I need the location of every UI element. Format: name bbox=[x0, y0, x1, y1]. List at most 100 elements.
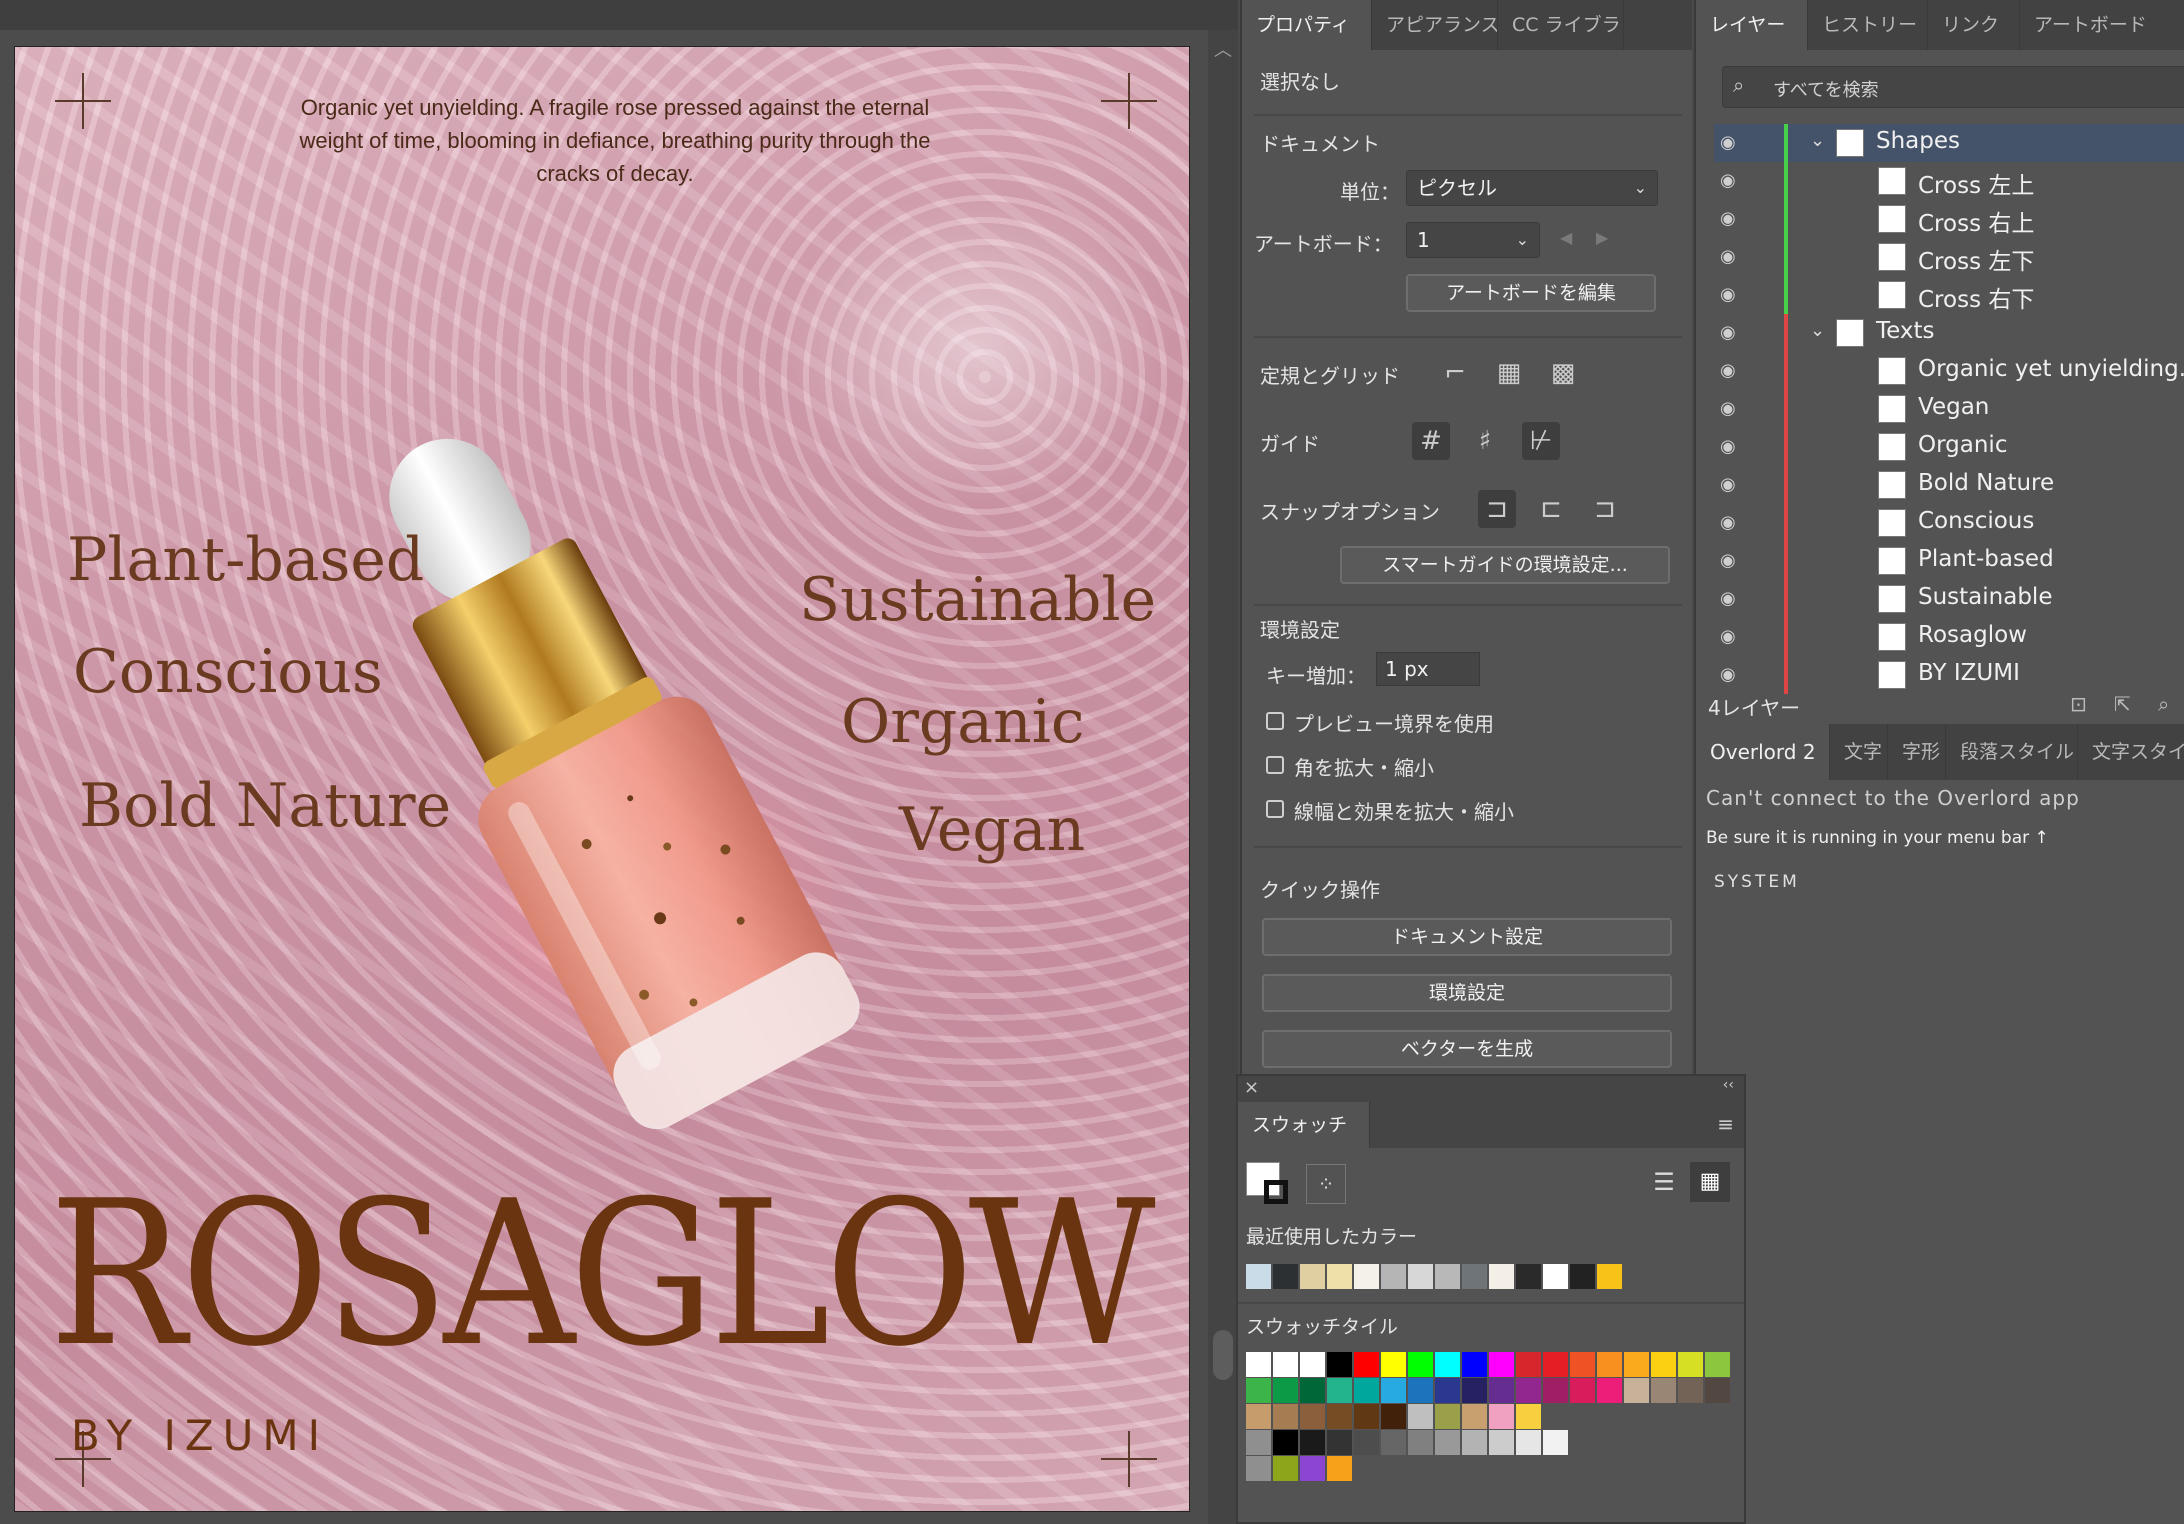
transparency-grid-icon[interactable]: ▩ bbox=[1544, 354, 1582, 392]
visibility-eye-icon[interactable]: ◉ bbox=[1720, 208, 1736, 229]
swatch-tile[interactable] bbox=[1462, 1430, 1487, 1455]
tab-overlord[interactable]: Overlord 2 bbox=[1696, 724, 1830, 780]
swatch-tile[interactable] bbox=[1300, 1456, 1325, 1481]
swatch-tile[interactable] bbox=[1462, 1352, 1487, 1377]
swatch-tile[interactable] bbox=[1327, 1430, 1352, 1455]
layer-row[interactable]: ◉ Vegan bbox=[1714, 390, 2184, 428]
swatch-tile[interactable] bbox=[1435, 1404, 1460, 1429]
smart-guides-preferences-button[interactable]: スマートガイドの環境設定... bbox=[1340, 546, 1670, 584]
ruler-icon[interactable]: ⌐ bbox=[1436, 354, 1474, 392]
swatch-tile[interactable] bbox=[1273, 1378, 1298, 1403]
export-icon[interactable]: ⇱ bbox=[2114, 692, 2131, 716]
recent-color-swatch[interactable] bbox=[1435, 1264, 1460, 1289]
swatch-tile[interactable] bbox=[1408, 1378, 1433, 1403]
swatch-tile[interactable] bbox=[1543, 1378, 1568, 1403]
layer-row[interactable]: ◉ Conscious bbox=[1714, 504, 2184, 542]
expand-chevron-icon[interactable]: ⌄ bbox=[1810, 320, 1825, 341]
visibility-eye-icon[interactable]: ◉ bbox=[1720, 588, 1736, 609]
layer-row[interactable]: ◉ BY IZUMI bbox=[1714, 656, 2184, 694]
swatch-tile[interactable] bbox=[1246, 1352, 1271, 1377]
swatch-tile[interactable] bbox=[1246, 1456, 1271, 1481]
swatch-tile[interactable] bbox=[1489, 1430, 1514, 1455]
layer-row[interactable]: ◉ Bold Nature bbox=[1714, 466, 2184, 504]
swatch-tile[interactable] bbox=[1543, 1430, 1568, 1455]
swatch-tile[interactable] bbox=[1273, 1404, 1298, 1429]
snap-to-pixel-icon[interactable]: ⊏ bbox=[1532, 490, 1570, 528]
swatch-tile[interactable] bbox=[1651, 1352, 1676, 1377]
swatch-tile[interactable] bbox=[1705, 1352, 1730, 1377]
close-icon[interactable]: × bbox=[1244, 1077, 1259, 1098]
swatch-tile[interactable] bbox=[1651, 1378, 1676, 1403]
tab-links[interactable]: リンク bbox=[1928, 0, 2020, 50]
tab-paragraph-styles[interactable]: 段落スタイル bbox=[1946, 724, 2078, 780]
swatch-tile[interactable] bbox=[1624, 1352, 1649, 1377]
smart-guides-icon[interactable]: ⊬ bbox=[1522, 422, 1560, 460]
visibility-eye-icon[interactable]: ◉ bbox=[1720, 436, 1736, 457]
visibility-eye-icon[interactable]: ◉ bbox=[1720, 398, 1736, 419]
swatch-tile[interactable] bbox=[1273, 1352, 1298, 1377]
visibility-eye-icon[interactable]: ◉ bbox=[1720, 132, 1736, 153]
swatch-tile[interactable] bbox=[1489, 1352, 1514, 1377]
swatch-tile[interactable] bbox=[1435, 1352, 1460, 1377]
panel-menu-icon[interactable]: ≡ bbox=[1717, 1112, 1734, 1136]
generate-vector-button[interactable]: ベクターを生成 bbox=[1262, 1030, 1672, 1068]
locate-object-icon[interactable]: ⊡ bbox=[2070, 692, 2087, 716]
swatch-tile[interactable] bbox=[1408, 1430, 1433, 1455]
swatch-tile[interactable] bbox=[1678, 1352, 1703, 1377]
tab-properties[interactable]: プロパティ bbox=[1242, 0, 1372, 50]
swatch-tile[interactable] bbox=[1354, 1430, 1379, 1455]
visibility-eye-icon[interactable]: ◉ bbox=[1720, 512, 1736, 533]
recent-color-swatch[interactable] bbox=[1273, 1264, 1298, 1289]
recent-color-swatch[interactable] bbox=[1300, 1264, 1325, 1289]
visibility-eye-icon[interactable]: ◉ bbox=[1720, 626, 1736, 647]
layer-row[interactable]: ◉ Plant-based bbox=[1714, 542, 2184, 580]
tab-history[interactable]: ヒストリー bbox=[1808, 0, 1928, 50]
layer-row[interactable]: ◉ ⌄ Shapes bbox=[1714, 124, 2184, 162]
swatch-tile[interactable] bbox=[1381, 1404, 1406, 1429]
swatch-tile[interactable] bbox=[1597, 1352, 1622, 1377]
swatch-tile[interactable] bbox=[1597, 1378, 1622, 1403]
units-dropdown[interactable]: ピクセル ⌄ bbox=[1406, 170, 1658, 206]
visibility-eye-icon[interactable]: ◉ bbox=[1720, 474, 1736, 495]
word-bold-nature[interactable]: Bold Nature bbox=[79, 771, 451, 841]
list-view-icon[interactable]: ☰ bbox=[1644, 1162, 1684, 1202]
word-conscious[interactable]: Conscious bbox=[73, 637, 383, 707]
swatch-tile[interactable] bbox=[1381, 1430, 1406, 1455]
recent-color-swatch[interactable] bbox=[1570, 1264, 1595, 1289]
tab-artboards[interactable]: アートボード bbox=[2020, 0, 2184, 50]
swatch-tile[interactable] bbox=[1300, 1430, 1325, 1455]
show-guides-icon[interactable]: # bbox=[1412, 422, 1450, 460]
layer-row[interactable]: ◉ ⌄ Texts bbox=[1714, 314, 2184, 352]
grid-view-icon[interactable]: ▦ bbox=[1690, 1162, 1730, 1202]
scrollbar-thumb[interactable] bbox=[1213, 1330, 1233, 1380]
artboard-dropdown[interactable]: 1 ⌄ bbox=[1406, 222, 1540, 258]
swatch-tile[interactable] bbox=[1246, 1378, 1271, 1403]
recent-color-swatch[interactable] bbox=[1597, 1264, 1622, 1289]
recent-color-swatch[interactable] bbox=[1327, 1264, 1352, 1289]
swatch-tile[interactable] bbox=[1381, 1352, 1406, 1377]
swatch-tile[interactable] bbox=[1435, 1378, 1460, 1403]
next-artboard-icon[interactable]: ▶ bbox=[1596, 228, 1608, 247]
tab-cc-libraries[interactable]: CC ライブラリ bbox=[1498, 0, 1624, 50]
word-vegan[interactable]: Vegan bbox=[899, 795, 1085, 865]
stroke-swatch[interactable] bbox=[1264, 1180, 1288, 1204]
recent-color-swatch[interactable] bbox=[1381, 1264, 1406, 1289]
visibility-eye-icon[interactable]: ◉ bbox=[1720, 170, 1736, 191]
logo-rosaglow[interactable]: ROSAGLOW bbox=[49, 1175, 1156, 1375]
swatch-tile[interactable] bbox=[1489, 1378, 1514, 1403]
tab-character-styles[interactable]: 文字スタイ bbox=[2078, 724, 2184, 780]
preview-bounds-checkbox[interactable] bbox=[1266, 712, 1284, 730]
layer-row[interactable]: ◉ Rosaglow bbox=[1714, 618, 2184, 656]
previous-artboard-icon[interactable]: ◀ bbox=[1560, 228, 1572, 247]
visibility-eye-icon[interactable]: ◉ bbox=[1720, 550, 1736, 571]
word-organic[interactable]: Organic bbox=[841, 687, 1085, 757]
tab-appearance[interactable]: アピアランス bbox=[1372, 0, 1498, 50]
document-setup-button[interactable]: ドキュメント設定 bbox=[1262, 918, 1672, 956]
swatch-tile[interactable] bbox=[1327, 1404, 1352, 1429]
layer-row[interactable]: ◉ Organic bbox=[1714, 428, 2184, 466]
tab-glyphs[interactable]: 字形 bbox=[1888, 724, 1946, 780]
layer-row[interactable]: ◉ Cross 右下 bbox=[1714, 276, 2184, 314]
swatch-tile[interactable] bbox=[1516, 1378, 1541, 1403]
visibility-eye-icon[interactable]: ◉ bbox=[1720, 246, 1736, 267]
swatch-tile[interactable] bbox=[1516, 1430, 1541, 1455]
